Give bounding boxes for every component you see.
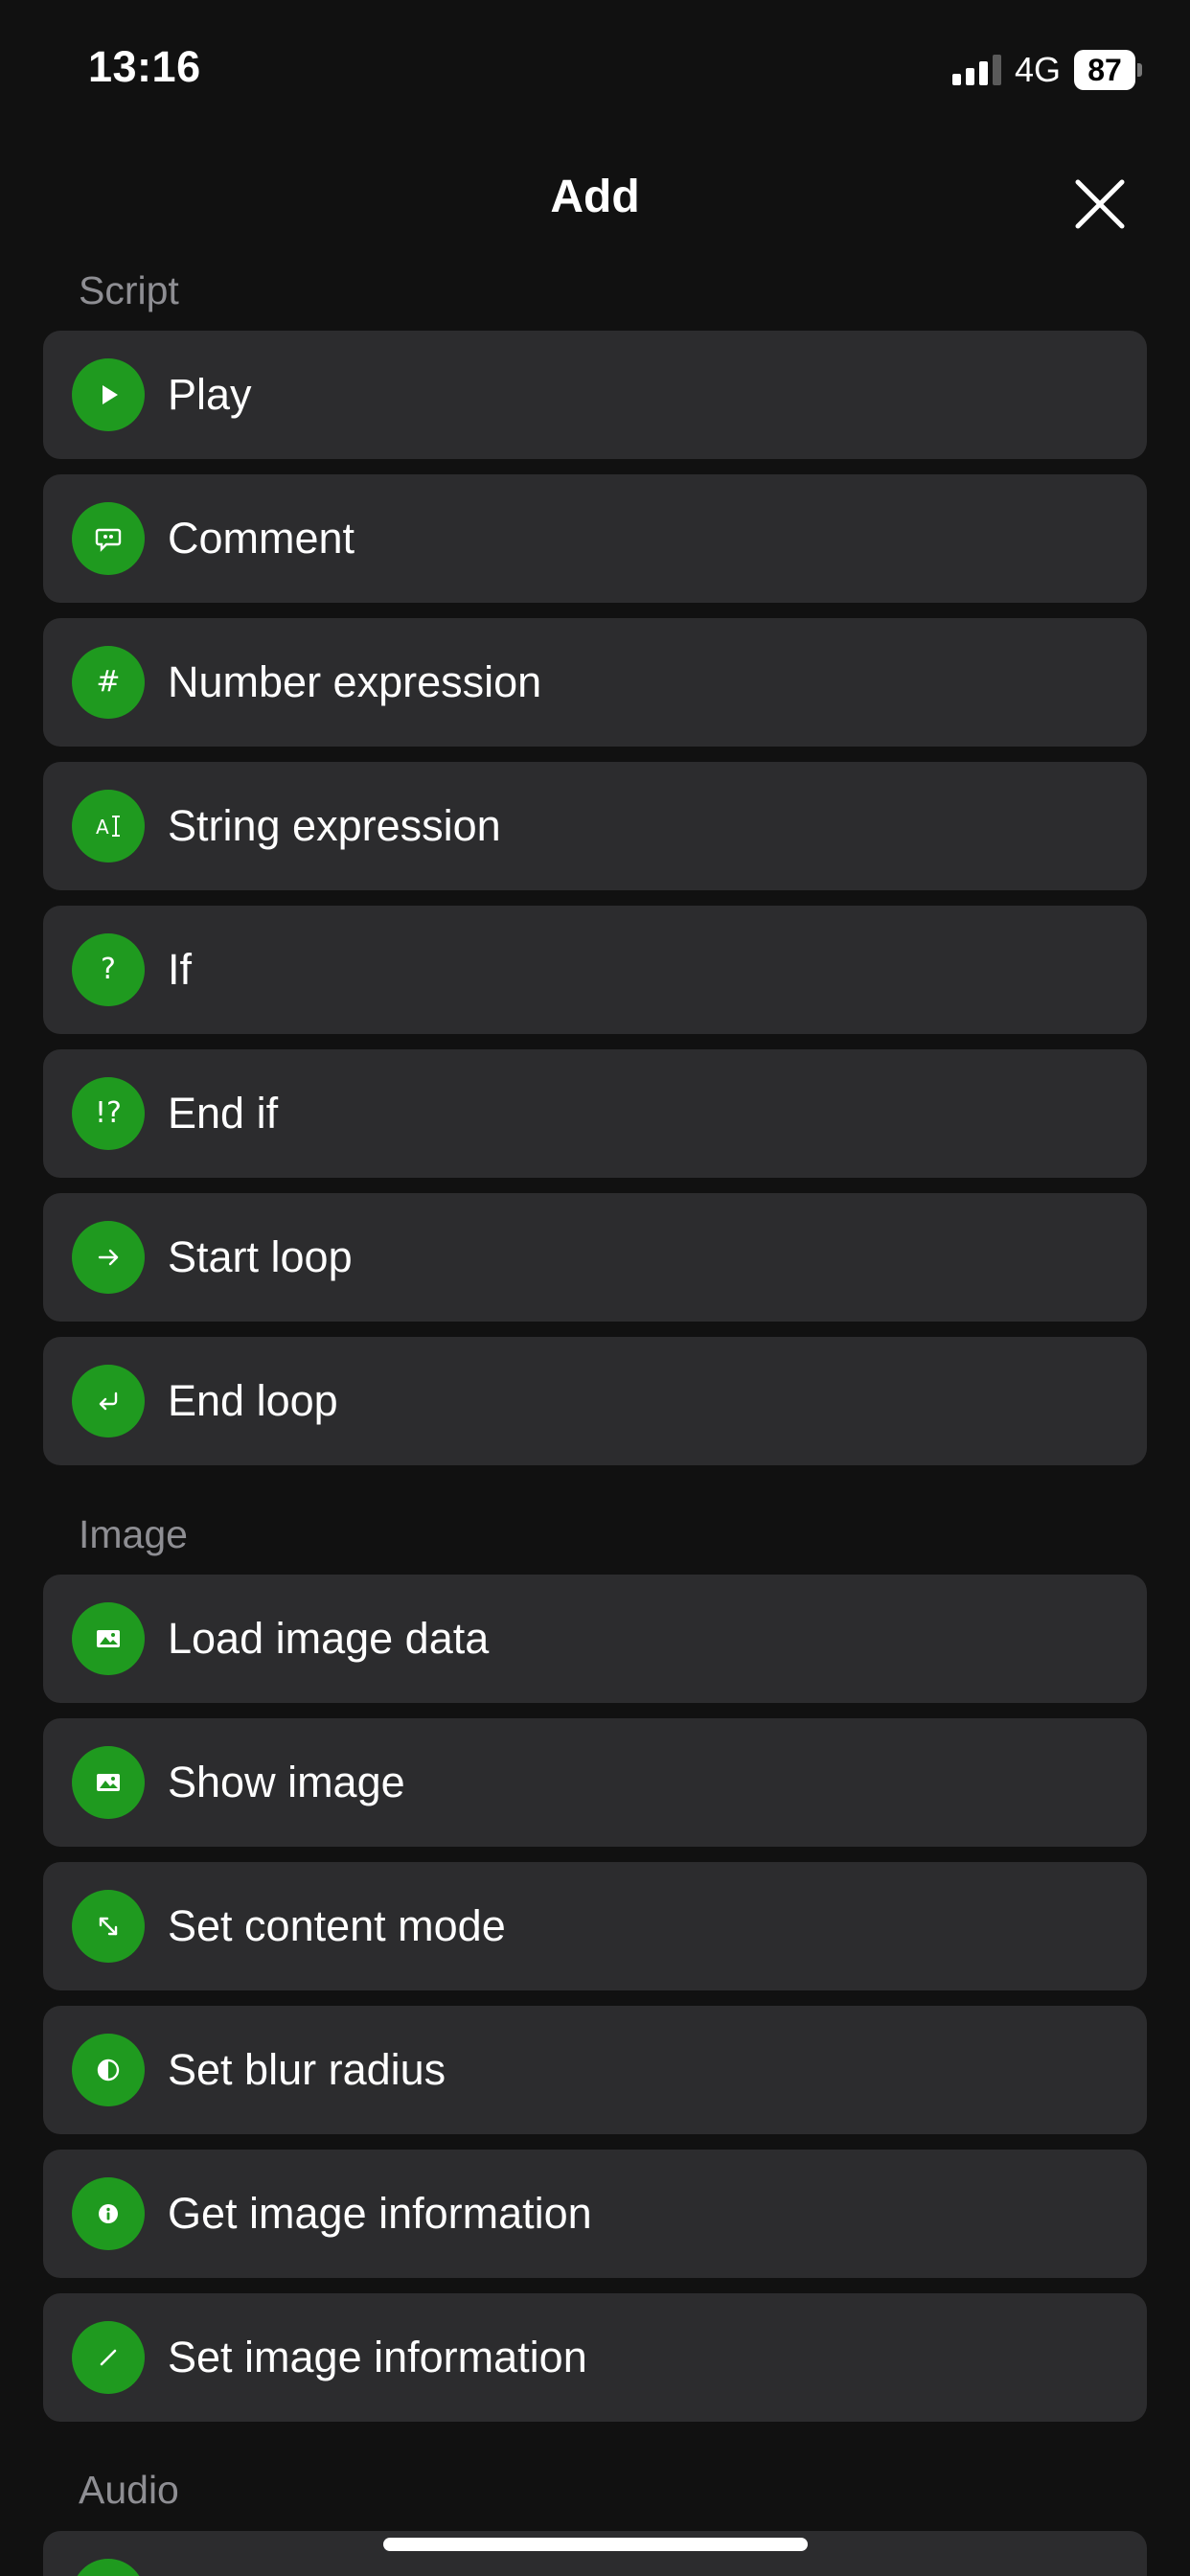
list-item-set-image-information[interactable]: Set image information xyxy=(43,2293,1147,2422)
status-time: 13:16 xyxy=(88,42,201,91)
list-item-label: Comment xyxy=(168,514,355,563)
list-item-set-content-mode[interactable]: Set content mode xyxy=(43,1862,1147,1990)
list-item-label: Set image information xyxy=(168,2333,587,2381)
list-item-end-loop[interactable]: End loop xyxy=(43,1337,1147,1465)
close-button[interactable] xyxy=(1073,177,1127,231)
close-icon xyxy=(1075,179,1125,229)
photo-icon xyxy=(72,1602,145,1675)
list-item-play[interactable]: Play xyxy=(43,331,1147,459)
battery-level: 87 xyxy=(1074,50,1135,90)
list-item-string-expression[interactable]: A String expression xyxy=(43,762,1147,890)
list-item-end-if[interactable]: !? End if xyxy=(43,1049,1147,1178)
list-item-comment[interactable]: Comment xyxy=(43,474,1147,603)
list-item-label: String expression xyxy=(168,801,501,850)
photo-icon xyxy=(72,1746,145,1819)
exclamation-question-icon: !? xyxy=(72,1077,145,1150)
list-item-label: Number expression xyxy=(168,657,542,706)
list-item-if[interactable]: ? If xyxy=(43,906,1147,1034)
list-item-label: Show image xyxy=(168,1758,405,1806)
hash-icon: # xyxy=(72,646,145,719)
list-item-set-blur-radius[interactable]: Set blur radius xyxy=(43,2006,1147,2134)
svg-text:A: A xyxy=(96,816,109,839)
list-item-number-expression[interactable]: # Number expression xyxy=(43,618,1147,747)
resize-arrows-icon xyxy=(72,1890,145,1963)
list-item-label: If xyxy=(168,945,193,994)
list-item-start-loop[interactable]: Start loop xyxy=(43,1193,1147,1322)
question-icon: ? xyxy=(72,933,145,1006)
arrow-right-icon xyxy=(72,1221,145,1294)
play-icon xyxy=(72,358,145,431)
audio-item-icon xyxy=(72,2559,145,2576)
list-item-label: Set blur radius xyxy=(168,2045,446,2094)
list-item-label: Load image data xyxy=(168,1614,490,1663)
return-arrow-icon xyxy=(72,1365,145,1438)
status-indicators: 4G 87 xyxy=(951,50,1142,90)
signal-icon xyxy=(951,55,1001,85)
list-item-get-image-information[interactable]: Get image information xyxy=(43,2150,1147,2278)
list-item-show-image[interactable]: Show image xyxy=(43,1718,1147,1847)
list-item-label: Get image information xyxy=(168,2189,592,2238)
page-title: Add xyxy=(550,172,640,222)
comment-icon xyxy=(72,502,145,575)
network-type: 4G xyxy=(1014,50,1061,89)
list-item-label: End loop xyxy=(168,1376,338,1425)
list-item-label: Start loop xyxy=(168,1232,353,1281)
section-label-audio: Audio xyxy=(79,2468,179,2512)
text-cursor-icon: A xyxy=(72,790,145,862)
list-item-load-image-data[interactable]: Load image data xyxy=(43,1575,1147,1703)
pencil-icon xyxy=(72,2321,145,2394)
list-item-label: End if xyxy=(168,1089,279,1138)
list-item-label: Play xyxy=(168,370,252,419)
battery-icon: 87 xyxy=(1074,50,1142,90)
section-label-image: Image xyxy=(79,1512,188,1556)
list-item-label: Set content mode xyxy=(168,1901,506,1950)
info-icon xyxy=(72,2177,145,2250)
section-label-script: Script xyxy=(79,268,179,312)
half-circle-icon xyxy=(72,2034,145,2106)
home-indicator[interactable] xyxy=(383,2538,808,2551)
add-sheet: 13:16 4G 87 Add Script Play Comment # Nu… xyxy=(0,0,1190,2576)
